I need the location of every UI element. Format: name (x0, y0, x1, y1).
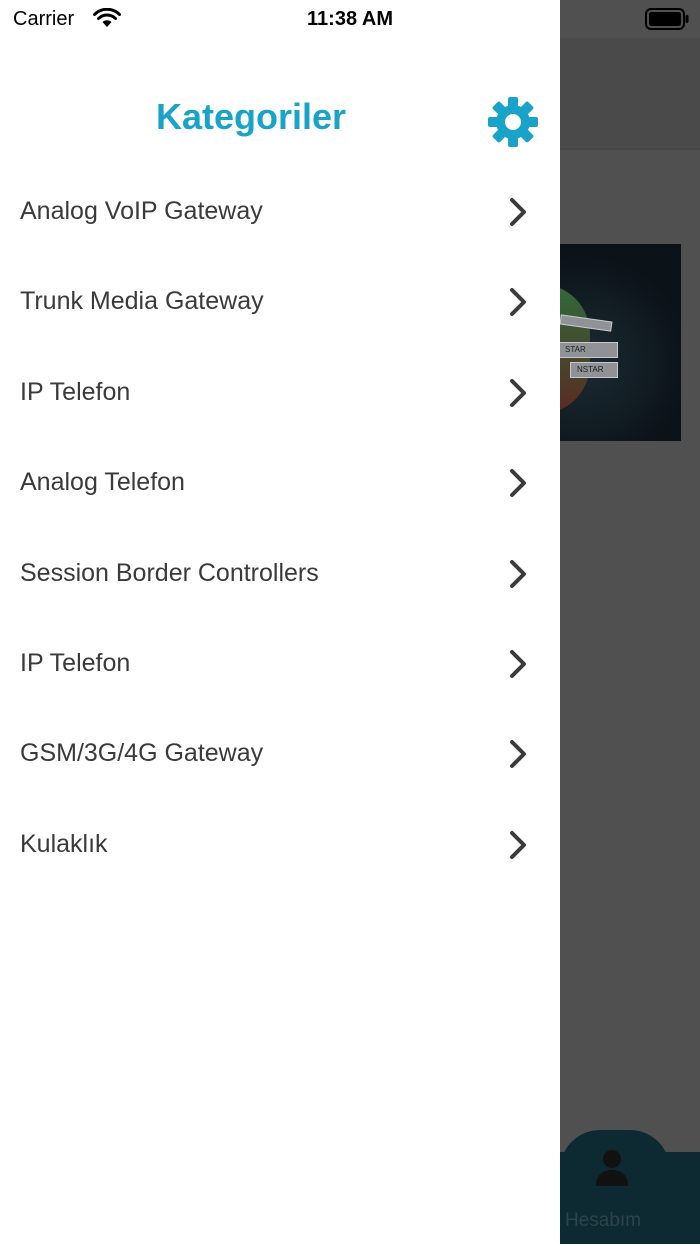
category-item-label: Analog Telefon (20, 468, 185, 497)
category-item-gsm-gateway[interactable]: GSM/3G/4G Gateway (0, 710, 560, 800)
tab-account[interactable]: Hesabım (560, 1130, 700, 1244)
chevron-right-icon (510, 469, 526, 498)
category-item-label: Trunk Media Gateway (20, 287, 264, 316)
category-item-session-border-controllers[interactable]: Session Border Controllers (0, 530, 560, 620)
category-item-kulaklik[interactable]: Kulaklık (0, 801, 560, 891)
drawer-header: Kategoriler (0, 38, 560, 168)
chevron-right-icon (510, 649, 526, 678)
gear-icon (488, 97, 538, 147)
chevron-right-icon (510, 198, 526, 226)
user-icon (596, 1150, 628, 1186)
chevron-right-icon (510, 559, 526, 588)
category-item-label: Kulaklık (20, 829, 108, 858)
battery-icon (645, 8, 689, 30)
chevron-right-icon (510, 830, 526, 859)
chevron-right-icon (510, 288, 526, 317)
status-bar: Carrier 11:38 AM (0, 0, 700, 38)
category-item-label: GSM/3G/4G Gateway (20, 739, 264, 768)
category-list: Analog VoIP Gateway Trunk Media Gateway … (0, 168, 560, 891)
status-time: 11:38 AM (307, 8, 393, 30)
category-item-analog-telefon[interactable]: Analog Telefon (0, 439, 560, 529)
background-banner-image: STAR NSTAR (540, 244, 681, 441)
drawer-title: Kategoriler (155, 96, 347, 137)
category-drawer: Kategoriler Analog VoIP Gateway Trunk Me… (0, 0, 560, 1244)
category-item-label: Analog VoIP Gateway (20, 197, 263, 225)
settings-button[interactable] (487, 96, 539, 148)
banner-device-label: STAR (558, 342, 618, 358)
chevron-right-icon (510, 740, 526, 769)
category-item-ip-telefon[interactable]: IP Telefon (0, 349, 560, 439)
banner-device-label: NSTAR (570, 362, 618, 378)
category-item-analog-voip-gateway[interactable]: Analog VoIP Gateway (0, 168, 560, 258)
category-item-trunk-media-gateway[interactable]: Trunk Media Gateway (0, 258, 560, 348)
chevron-right-icon (510, 378, 526, 407)
category-item-label: Session Border Controllers (20, 558, 319, 587)
category-item-label: IP Telefon (20, 377, 131, 406)
category-item-ip-telefon-2[interactable]: IP Telefon (0, 620, 560, 710)
tab-account-label: Hesabım (565, 1210, 642, 1231)
category-item-label: IP Telefon (20, 648, 131, 677)
